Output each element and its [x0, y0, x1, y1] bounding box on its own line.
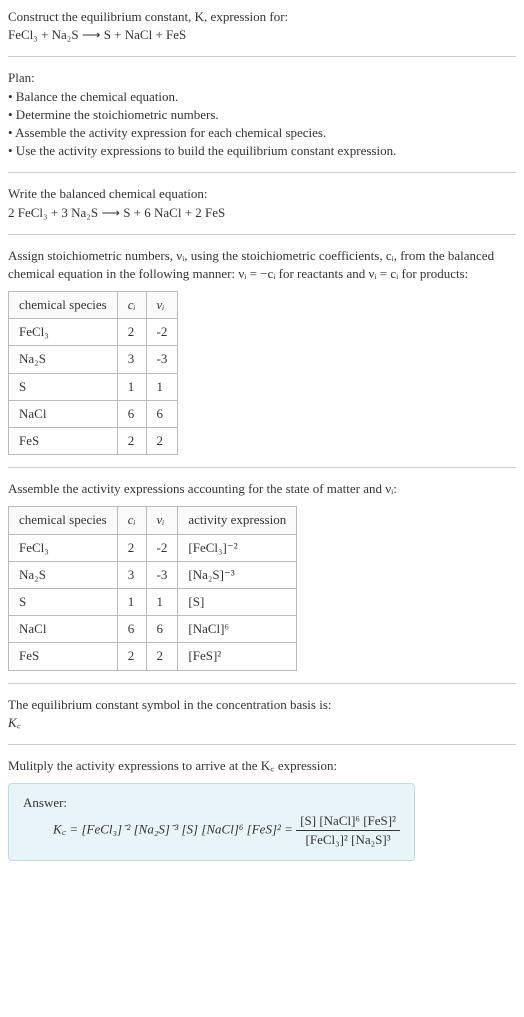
- cell-activity: [S]: [178, 588, 297, 615]
- table-row: FeCl₃ 2 -2: [9, 319, 178, 346]
- divider: [8, 467, 516, 468]
- cell-vi: 6: [146, 400, 178, 427]
- table-row: S 1 1: [9, 373, 178, 400]
- answer-label: Answer:: [23, 794, 400, 812]
- cell-species: FeCl₃: [9, 534, 118, 561]
- symbol-var: K꜀: [8, 714, 516, 732]
- assign-block: Assign stoichiometric numbers, νᵢ, using…: [8, 247, 516, 283]
- table-header-row: chemical species cᵢ νᵢ: [9, 292, 178, 319]
- header-ci: cᵢ: [117, 507, 146, 534]
- multiply-text: Mulitply the activity expressions to arr…: [8, 757, 516, 775]
- cell-ci: 3: [117, 561, 146, 588]
- multiply-block: Mulitply the activity expressions to arr…: [8, 757, 516, 775]
- cell-ci: 6: [117, 616, 146, 643]
- answer-numerator: [S] [NaCl]⁶ [FeS]²: [296, 812, 400, 831]
- cell-vi: -3: [146, 561, 178, 588]
- table-row: FeS 2 2: [9, 428, 178, 455]
- plan-item: • Use the activity expressions to build …: [8, 142, 516, 160]
- cell-ci: 2: [117, 643, 146, 670]
- cell-species: NaCl: [9, 616, 118, 643]
- cell-activity: [NaCl]⁶: [178, 616, 297, 643]
- cell-species: FeCl₃: [9, 319, 118, 346]
- header-species: chemical species: [9, 292, 118, 319]
- answer-denominator: [FeCl₃]² [Na₂S]³: [296, 831, 400, 849]
- table-row: NaCl 6 6 [NaCl]⁶: [9, 616, 297, 643]
- plan-heading: Plan:: [8, 69, 516, 87]
- cell-species: S: [9, 588, 118, 615]
- cell-species: Na₂S: [9, 561, 118, 588]
- cell-activity: [FeCl₃]⁻²: [178, 534, 297, 561]
- table-row: FeCl₃ 2 -2 [FeCl₃]⁻²: [9, 534, 297, 561]
- divider: [8, 56, 516, 57]
- cell-ci: 1: [117, 373, 146, 400]
- header-species: chemical species: [9, 507, 118, 534]
- table-row: S 1 1 [S]: [9, 588, 297, 615]
- answer-lhs: K꜀ = [FeCl₃]⁻² [Na₂S]⁻³ [S] [NaCl]⁶ [FeS…: [53, 822, 296, 837]
- divider: [8, 683, 516, 684]
- prompt-line1: Construct the equilibrium constant, K, e…: [8, 8, 516, 26]
- cell-species: Na₂S: [9, 346, 118, 373]
- cell-species: FeS: [9, 428, 118, 455]
- divider: [8, 234, 516, 235]
- divider: [8, 172, 516, 173]
- cell-vi: 2: [146, 643, 178, 670]
- plan-item: • Determine the stoichiometric numbers.: [8, 106, 516, 124]
- header-vi: νᵢ: [146, 507, 178, 534]
- prompt-equation: FeCl₃ + Na₂S ⟶ S + NaCl + FeS: [8, 26, 516, 44]
- cell-vi: 6: [146, 616, 178, 643]
- cell-species: S: [9, 373, 118, 400]
- assemble-block: Assemble the activity expressions accoun…: [8, 480, 516, 498]
- header-vi: νᵢ: [146, 292, 178, 319]
- cell-activity: [Na₂S]⁻³: [178, 561, 297, 588]
- cell-ci: 2: [117, 319, 146, 346]
- stoich-table: chemical species cᵢ νᵢ FeCl₃ 2 -2 Na₂S 3…: [8, 291, 178, 455]
- cell-vi: -2: [146, 534, 178, 561]
- plan-item: • Assemble the activity expression for e…: [8, 124, 516, 142]
- assemble-text: Assemble the activity expressions accoun…: [8, 480, 516, 498]
- cell-vi: -2: [146, 319, 178, 346]
- cell-ci: 3: [117, 346, 146, 373]
- symbol-block: The equilibrium constant symbol in the c…: [8, 696, 516, 732]
- table-header-row: chemical species cᵢ νᵢ activity expressi…: [9, 507, 297, 534]
- cell-species: NaCl: [9, 400, 118, 427]
- balanced-heading: Write the balanced chemical equation:: [8, 185, 516, 203]
- balanced-block: Write the balanced chemical equation: 2 …: [8, 185, 516, 221]
- cell-ci: 6: [117, 400, 146, 427]
- header-ci: cᵢ: [117, 292, 146, 319]
- assign-text: Assign stoichiometric numbers, νᵢ, using…: [8, 247, 516, 283]
- plan-item: • Balance the chemical equation.: [8, 88, 516, 106]
- cell-vi: 1: [146, 588, 178, 615]
- table-row: Na₂S 3 -3: [9, 346, 178, 373]
- cell-ci: 2: [117, 428, 146, 455]
- header-activity: activity expression: [178, 507, 297, 534]
- cell-ci: 2: [117, 534, 146, 561]
- table-row: NaCl 6 6: [9, 400, 178, 427]
- table-row: FeS 2 2 [FeS]²: [9, 643, 297, 670]
- answer-fraction: [S] [NaCl]⁶ [FeS]² [FeCl₃]² [Na₂S]³: [296, 812, 400, 849]
- cell-vi: 2: [146, 428, 178, 455]
- table-row: Na₂S 3 -3 [Na₂S]⁻³: [9, 561, 297, 588]
- cell-ci: 1: [117, 588, 146, 615]
- answer-box: Answer: K꜀ = [FeCl₃]⁻² [Na₂S]⁻³ [S] [NaC…: [8, 783, 415, 861]
- cell-vi: 1: [146, 373, 178, 400]
- divider: [8, 744, 516, 745]
- balanced-equation: 2 FeCl₃ + 3 Na₂S ⟶ S + 6 NaCl + 2 FeS: [8, 204, 516, 222]
- cell-species: FeS: [9, 643, 118, 670]
- cell-vi: -3: [146, 346, 178, 373]
- symbol-text: The equilibrium constant symbol in the c…: [8, 696, 516, 714]
- answer-expression: K꜀ = [FeCl₃]⁻² [Na₂S]⁻³ [S] [NaCl]⁶ [FeS…: [53, 812, 400, 849]
- cell-activity: [FeS]²: [178, 643, 297, 670]
- activity-table: chemical species cᵢ νᵢ activity expressi…: [8, 506, 297, 670]
- prompt-block: Construct the equilibrium constant, K, e…: [8, 8, 516, 44]
- plan-block: Plan: • Balance the chemical equation. •…: [8, 69, 516, 160]
